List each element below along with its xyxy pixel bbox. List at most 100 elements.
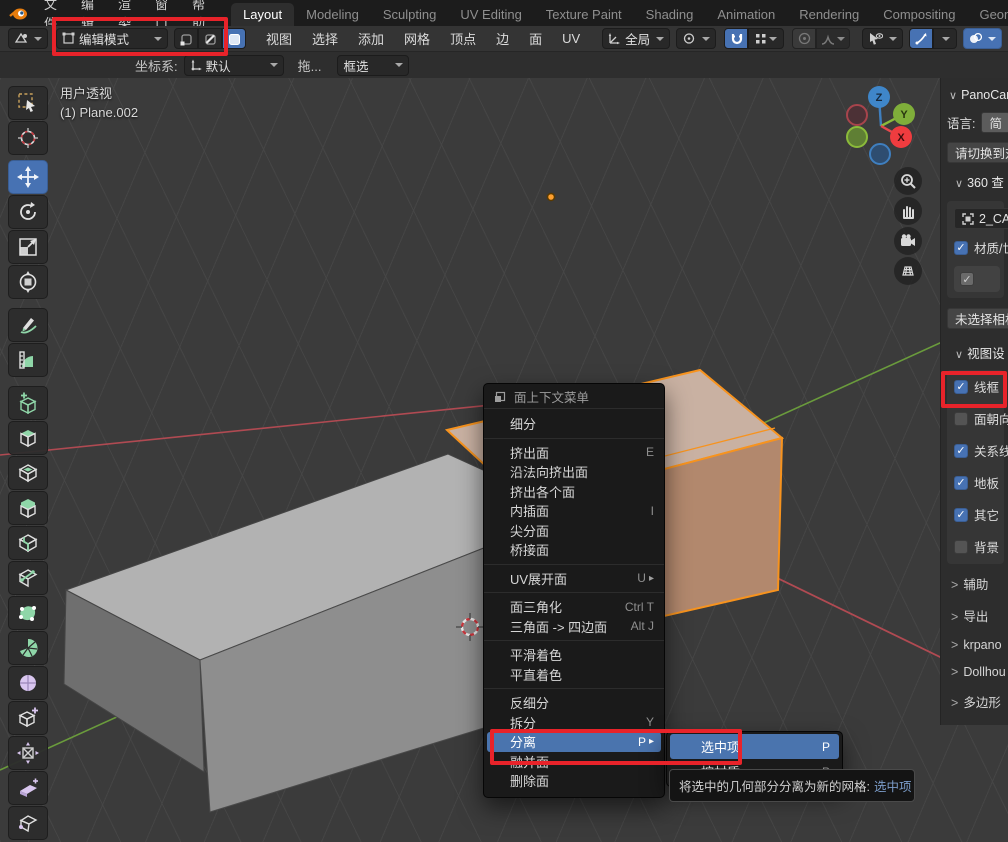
edge-select-button[interactable] bbox=[198, 28, 222, 49]
tool-extrude-region[interactable] bbox=[8, 421, 48, 455]
tool-smooth[interactable] bbox=[8, 666, 48, 700]
menu-item-unsubdivide[interactable]: 反细分 bbox=[484, 693, 664, 713]
wireframe-checkbox[interactable]: ✓ bbox=[954, 380, 968, 394]
gizmo-toggle-button[interactable] bbox=[909, 28, 933, 49]
other-checkbox[interactable]: ✓ bbox=[954, 508, 968, 522]
tab-modeling[interactable]: Modeling bbox=[294, 3, 371, 26]
menu-view[interactable]: 视图 bbox=[256, 29, 302, 48]
material-world-checkbox[interactable]: ✓ bbox=[954, 241, 968, 255]
sidebar-header-360[interactable]: ∨360 查 bbox=[955, 172, 1008, 191]
toggle-face-orientation[interactable]: 面朝向 bbox=[954, 409, 1004, 428]
camera-select-button[interactable]: 2_CAM bbox=[954, 208, 1008, 229]
tool-shrink-fatten[interactable] bbox=[8, 736, 48, 770]
switch-language-button[interactable]: 请切换到对 bbox=[947, 142, 1008, 163]
editor-type-button[interactable] bbox=[8, 28, 48, 49]
no-camera-button[interactable]: 未选择相机 bbox=[947, 308, 1008, 329]
tool-edge-slide[interactable] bbox=[8, 701, 48, 735]
menu-mesh[interactable]: 网格 bbox=[394, 29, 440, 48]
menu-item-dissolve-faces[interactable]: 融并面 bbox=[484, 752, 664, 772]
tool-bevel[interactable] bbox=[8, 491, 48, 525]
menu-item-split[interactable]: 拆分Y bbox=[484, 713, 664, 733]
menu-item-extrude-individual[interactable]: 挤出各个面 bbox=[484, 482, 664, 502]
menu-vertex[interactable]: 顶点 bbox=[440, 29, 486, 48]
tab-sculpting[interactable]: Sculpting bbox=[371, 3, 448, 26]
section-auxiliary[interactable]: >辅助 bbox=[951, 574, 1008, 593]
tool-poly-build[interactable] bbox=[8, 596, 48, 630]
pivot-point-dropdown[interactable] bbox=[676, 28, 716, 49]
section-krpano2[interactable]: >krpano bbox=[951, 724, 1008, 725]
background-checkbox[interactable] bbox=[954, 540, 968, 554]
selectability-dropdown[interactable] bbox=[862, 28, 903, 49]
sidebar-header-viewport-settings[interactable]: ∨视图设 bbox=[955, 343, 1008, 362]
proportional-falloff-dropdown[interactable] bbox=[816, 28, 850, 49]
snap-toggle-button[interactable] bbox=[724, 28, 748, 49]
tab-animation[interactable]: Animation bbox=[705, 3, 787, 26]
tab-compositing[interactable]: Compositing bbox=[871, 3, 967, 26]
select-mode-dropdown[interactable]: 框选 bbox=[337, 55, 409, 76]
axis-neg-x[interactable] bbox=[847, 105, 867, 125]
toggle-other[interactable]: ✓ 其它 bbox=[954, 505, 1004, 524]
tab-rendering[interactable]: Rendering bbox=[787, 3, 871, 26]
tab-uv-editing[interactable]: UV Editing bbox=[448, 3, 533, 26]
menu-item-inset-faces[interactable]: 内插面I bbox=[484, 501, 664, 521]
floor-checkbox[interactable]: ✓ bbox=[954, 476, 968, 490]
snap-target-dropdown[interactable] bbox=[748, 28, 784, 49]
menu-item-extrude-faces[interactable]: 挤出面E bbox=[484, 443, 664, 463]
menu-item-bridge-faces[interactable]: 桥接面 bbox=[484, 540, 664, 560]
tab-shading[interactable]: Shading bbox=[634, 3, 706, 26]
menu-item-uv-unwrap[interactable]: UV展开面U▸ bbox=[484, 569, 664, 589]
toggle-wireframe[interactable]: ✓ 线框 bbox=[954, 377, 1004, 396]
menu-item-triangulate[interactable]: 面三角化Ctrl T bbox=[484, 597, 664, 617]
tool-shear[interactable] bbox=[8, 771, 48, 805]
toggle-background[interactable]: 背景 bbox=[954, 537, 1004, 556]
menu-edge[interactable]: 边 bbox=[486, 29, 519, 48]
section-krpano[interactable]: >krpano bbox=[951, 638, 1008, 652]
tool-measure[interactable] bbox=[8, 343, 48, 377]
tool-inset-faces[interactable] bbox=[8, 456, 48, 490]
relationship-lines-checkbox[interactable]: ✓ bbox=[954, 444, 968, 458]
tool-loop-cut[interactable] bbox=[8, 526, 48, 560]
drag-label[interactable]: 拖... bbox=[298, 56, 322, 75]
tool-tweak-select[interactable] bbox=[8, 86, 48, 120]
face-orientation-checkbox[interactable] bbox=[954, 412, 968, 426]
coordinate-system-dropdown[interactable]: 默认 bbox=[184, 55, 284, 76]
axis-neg-y[interactable] bbox=[847, 127, 867, 147]
menu-item-shade-smooth[interactable]: 平滑着色 bbox=[484, 645, 664, 665]
toggle-relationship-lines[interactable]: ✓ 关系线 bbox=[954, 441, 1004, 460]
overlays-toggle-button[interactable] bbox=[963, 28, 1002, 49]
section-dollhouse[interactable]: >Dollhou bbox=[951, 665, 1008, 679]
material-world-row[interactable]: ✓ 材质/世界 bbox=[954, 238, 1004, 257]
menu-add[interactable]: 添加 bbox=[348, 29, 394, 48]
tool-rip-region[interactable] bbox=[8, 806, 48, 840]
tool-scale[interactable] bbox=[8, 230, 48, 264]
transform-orientation-dropdown[interactable]: 全局 bbox=[602, 28, 670, 49]
menu-uv[interactable]: UV bbox=[552, 31, 590, 46]
menu-item-poke-faces[interactable]: 尖分面 bbox=[484, 521, 664, 541]
mode-dropdown[interactable]: 编辑模式 bbox=[56, 28, 168, 49]
tool-cursor[interactable] bbox=[8, 121, 48, 155]
menu-face[interactable]: 面 bbox=[519, 29, 552, 48]
sub-option-checkbox[interactable]: ✓ bbox=[960, 272, 974, 286]
menu-item-separate[interactable]: 分离P▸ bbox=[487, 732, 661, 752]
tool-rotate[interactable] bbox=[8, 195, 48, 229]
menu-item-tris-to-quads[interactable]: 三角面 -> 四边面Alt J bbox=[484, 617, 664, 637]
tool-knife[interactable] bbox=[8, 561, 48, 595]
menu-select[interactable]: 选择 bbox=[302, 29, 348, 48]
zoom-button[interactable] bbox=[894, 167, 922, 195]
tool-annotate[interactable] bbox=[8, 308, 48, 342]
tool-add-cube[interactable] bbox=[8, 386, 48, 420]
toggle-floor[interactable]: ✓ 地板 bbox=[954, 473, 1004, 492]
pan-hand-button[interactable] bbox=[894, 197, 922, 225]
proportional-editing-button[interactable] bbox=[792, 28, 816, 49]
menu-item-subdivide[interactable]: 细分 bbox=[484, 414, 664, 434]
section-export[interactable]: >导出 bbox=[951, 606, 1008, 625]
tool-spin[interactable] bbox=[8, 631, 48, 665]
tab-texture-paint[interactable]: Texture Paint bbox=[534, 3, 634, 26]
blender-logo-icon[interactable] bbox=[8, 5, 28, 21]
tool-transform[interactable] bbox=[8, 265, 48, 299]
sidebar-header-panocam[interactable]: ∨PanoCam bbox=[949, 88, 1008, 102]
tab-geometry-nodes[interactable]: Geometry Nodes bbox=[967, 3, 1008, 26]
gizmo-dropdown[interactable] bbox=[933, 28, 957, 49]
camera-view-button[interactable] bbox=[894, 227, 922, 255]
submenu-item-selection[interactable]: 选中项P bbox=[670, 734, 839, 759]
